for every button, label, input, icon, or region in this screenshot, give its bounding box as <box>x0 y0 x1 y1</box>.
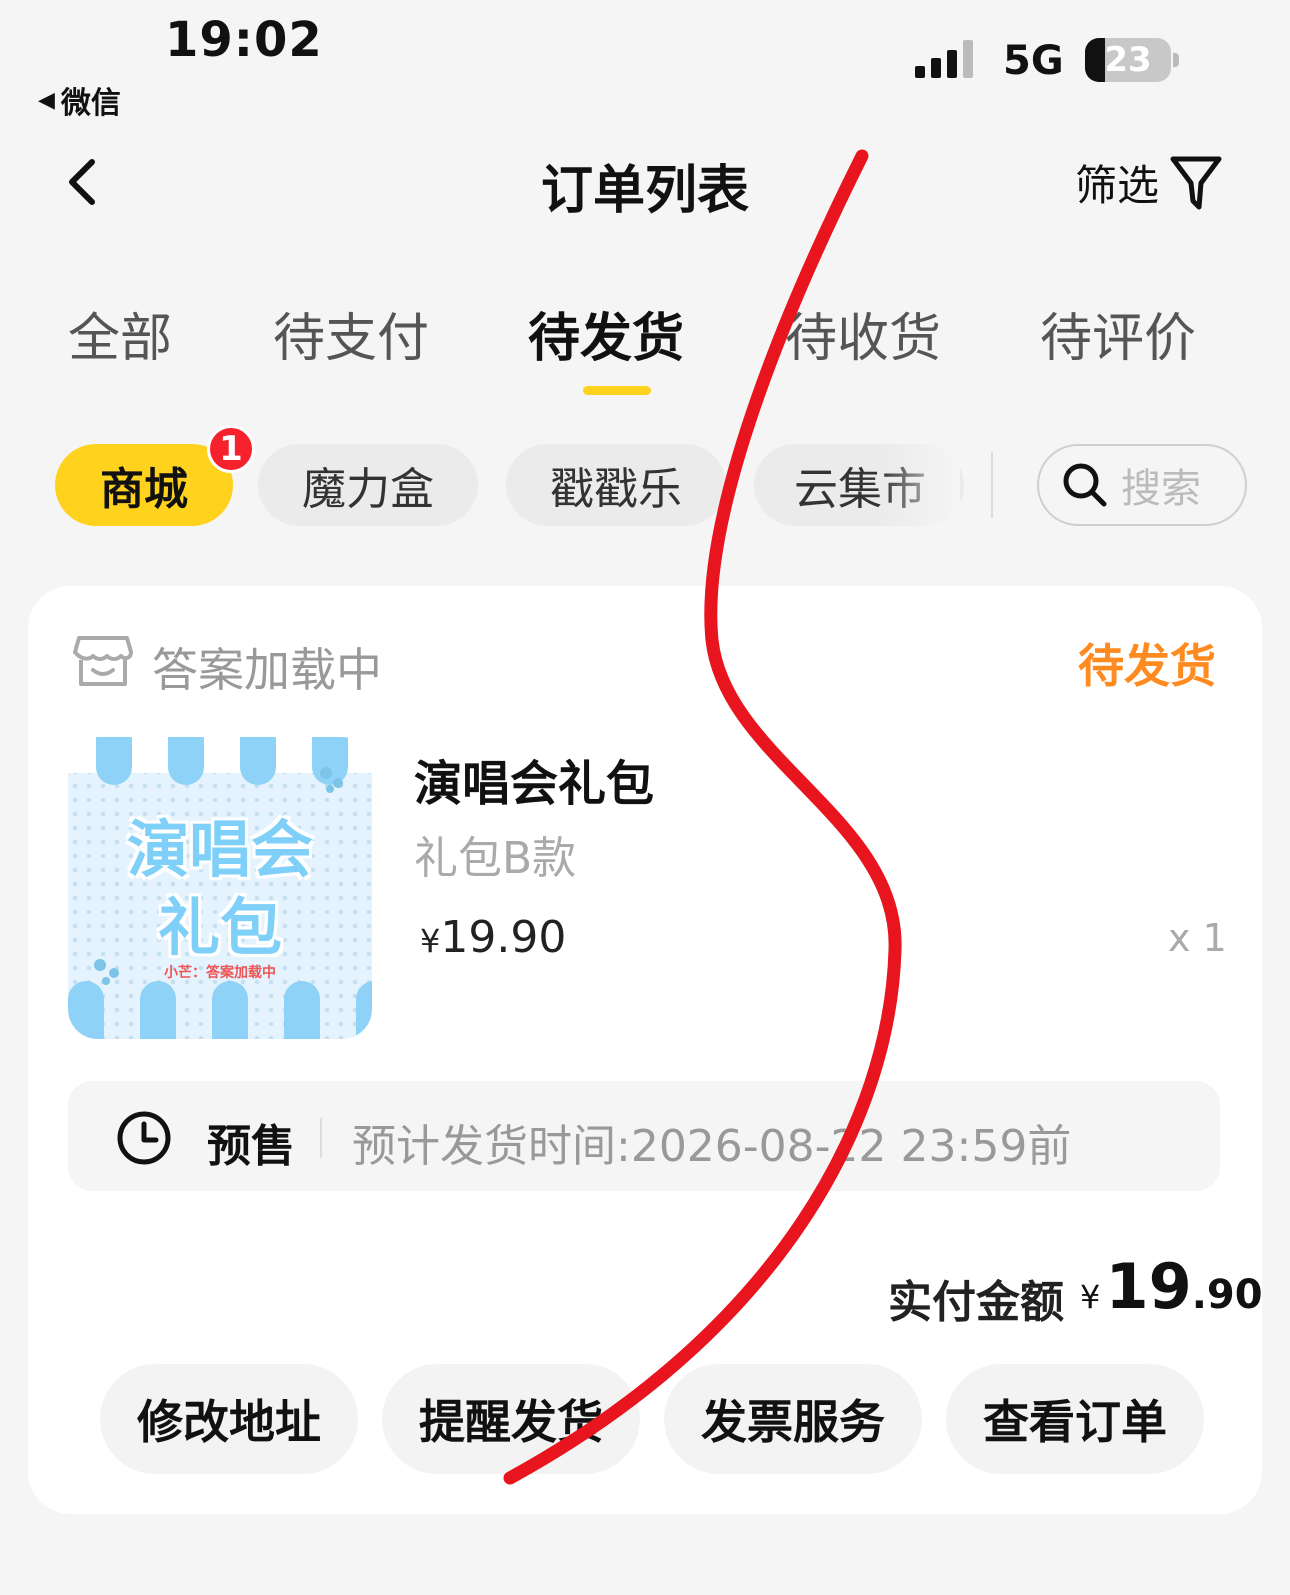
shop-name[interactable]: 答案加载中 <box>152 634 382 700</box>
chip-magic-box[interactable]: 魔力盒 <box>258 444 478 526</box>
order-status-tabs: 全部 待支付 待发货 待收货 待评价 <box>0 296 1290 376</box>
filter-button[interactable]: 筛选 <box>1075 152 1223 213</box>
thumbnail-title-1: 演唱会 <box>126 813 313 886</box>
total-decimal: .90 <box>1191 1272 1263 1318</box>
tab-pending-receipt[interactable]: 待收货 <box>785 296 941 371</box>
presale-tag: 预售 <box>207 1121 295 1172</box>
modify-address-button[interactable]: 修改地址 <box>100 1364 358 1474</box>
product-quantity: x 1 <box>1168 916 1227 960</box>
remind-shipment-button[interactable]: 提醒发货 <box>382 1364 640 1474</box>
total-amount: ¥ 19.90 <box>1080 1250 1263 1323</box>
battery-cap <box>1173 53 1179 67</box>
total-label: 实付金额 <box>888 1277 1064 1328</box>
invoice-service-button[interactable]: 发票服务 <box>664 1364 922 1474</box>
presale-divider <box>320 1118 322 1158</box>
product-variant: 礼包B款 <box>414 833 577 884</box>
clock-icon <box>117 1111 171 1165</box>
search-icon <box>1063 463 1107 507</box>
estimated-ship-time: 预计发货时间:2026-08-22 23:59前 <box>352 1121 1072 1172</box>
notification-badge: 1 <box>207 425 255 473</box>
back-triangle-icon: ◀ <box>38 87 55 113</box>
battery-level: 23 <box>1104 40 1152 80</box>
product-price: ¥19.90 <box>420 912 566 963</box>
tab-all[interactable]: 全部 <box>68 296 172 371</box>
tab-pending-shipment[interactable]: 待发货 <box>528 296 684 371</box>
thumbnail-subtitle: 小芒：答案加载中 <box>164 965 276 981</box>
chips-fade <box>880 444 960 526</box>
status-time: 19:02 <box>165 12 323 68</box>
back-to-wechat[interactable]: ◀ 微信 <box>38 78 121 122</box>
signal-icon <box>915 40 973 78</box>
back-app-label: 微信 <box>60 86 121 121</box>
thumbnail-title-2: 礼包 <box>157 891 282 964</box>
search-placeholder: 搜索 <box>1121 466 1201 512</box>
price-value: 19.90 <box>440 912 567 963</box>
chip-poke-fun[interactable]: 戳戳乐 <box>506 444 726 526</box>
product-name[interactable]: 演唱会礼包 <box>414 744 654 814</box>
filter-label: 筛选 <box>1075 161 1160 210</box>
active-tab-indicator <box>583 386 651 395</box>
tab-pending-payment[interactable]: 待支付 <box>273 296 429 371</box>
total-integer: 19 <box>1105 1250 1192 1323</box>
search-button[interactable]: 搜索 <box>1037 444 1247 526</box>
tab-pending-review[interactable]: 待评价 <box>1040 296 1196 371</box>
network-type: 5G <box>1003 38 1064 84</box>
funnel-icon <box>1170 156 1222 209</box>
product-thumbnail[interactable]: 演唱会 礼包 小芒：答案加载中 <box>68 737 372 1039</box>
shop-icon <box>73 636 133 686</box>
chips-divider <box>991 452 993 518</box>
view-order-button[interactable]: 查看订单 <box>946 1364 1204 1474</box>
chip-mall[interactable]: 商城 <box>55 444 233 526</box>
total-currency: ¥ <box>1080 1278 1101 1316</box>
battery-icon: 23 <box>1085 38 1171 82</box>
order-status: 待发货 <box>1078 639 1216 693</box>
currency-symbol: ¥ <box>420 922 441 960</box>
